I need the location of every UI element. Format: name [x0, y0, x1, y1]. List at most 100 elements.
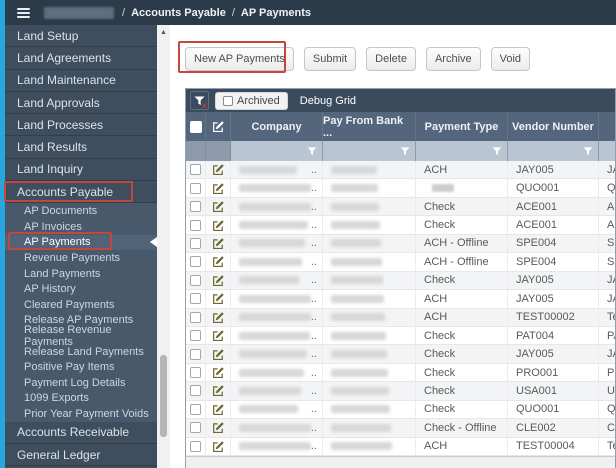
sidebar-item-land-maintenance[interactable]: Land Maintenance — [5, 70, 157, 92]
row-edit-cell[interactable] — [206, 216, 231, 233]
column-header-vendor-number[interactable]: Vendor Number — [508, 112, 599, 141]
row-edit-cell[interactable] — [206, 382, 231, 399]
row-edit-cell[interactable] — [206, 235, 231, 252]
row-edit-cell[interactable] — [206, 419, 231, 436]
row-checkbox[interactable] — [190, 422, 201, 433]
accounts-payable-submenu: AP DocumentsAP InvoicesAP PaymentsRevenu… — [5, 203, 157, 421]
row-checkbox[interactable] — [190, 293, 201, 304]
row-edit-cell[interactable] — [206, 253, 231, 270]
filter-cell-pay-from-bank-[interactable] — [323, 141, 416, 161]
row-checkbox[interactable] — [190, 349, 201, 360]
sidebar-nav: Land SetupLand AgreementsLand Maintenanc… — [5, 25, 157, 468]
row-edit-cell[interactable] — [206, 198, 231, 215]
filter-cell-vendor-name[interactable] — [599, 141, 616, 161]
archived-toggle-button[interactable]: Archived — [215, 92, 288, 110]
sidebar-item-land-inquiry[interactable]: Land Inquiry — [5, 159, 157, 181]
sidebar-subitem-cleared-payments[interactable]: Cleared Payments — [5, 297, 157, 313]
row-edit-cell[interactable] — [206, 179, 231, 196]
sidebar-subitem-1099-exports[interactable]: 1099 Exports — [5, 391, 157, 407]
pay-from-bank-cell — [323, 161, 416, 178]
filter-cell-payment-type[interactable] — [416, 141, 508, 161]
sidebar-subitem-ap-history[interactable]: AP History — [5, 281, 157, 297]
breadcrumb-item[interactable]: Accounts Payable — [131, 7, 226, 19]
column-header-vendor-name[interactable] — [599, 112, 616, 141]
grid-filter-row — [186, 141, 616, 161]
sidebar-item-accounts-payable[interactable]: Accounts Payable — [5, 181, 157, 203]
redacted-company — [239, 239, 305, 247]
row-checkbox[interactable] — [190, 385, 201, 396]
sidebar-item-land-processes[interactable]: Land Processes — [5, 114, 157, 136]
row-checkbox[interactable] — [190, 201, 201, 212]
row-edit-cell[interactable] — [206, 345, 231, 362]
funnel-icon — [492, 147, 502, 156]
sidebar-item-land-agreements[interactable]: Land Agreements — [5, 47, 157, 69]
column-header-pay-from-bank-[interactable]: Pay From Bank ... — [323, 112, 416, 141]
row-checkbox[interactable] — [190, 367, 201, 378]
delete-button[interactable]: Delete — [366, 47, 416, 71]
filter-cell-company[interactable] — [231, 141, 323, 161]
row-checkbox[interactable] — [190, 164, 201, 175]
sidebar-subitem-land-payments[interactable]: Land Payments — [5, 266, 157, 282]
sidebar-scrollbar[interactable]: ▲ — [157, 25, 170, 468]
row-checkbox[interactable] — [190, 220, 201, 231]
sidebar-item-land-results[interactable]: Land Results — [5, 136, 157, 158]
row-checkbox[interactable] — [190, 256, 201, 267]
scrollbar-thumb[interactable] — [160, 355, 167, 437]
edit-icon — [212, 163, 225, 176]
scroll-up-icon[interactable]: ▲ — [157, 28, 170, 37]
row-checkbox[interactable] — [190, 330, 201, 341]
row-edit-cell[interactable] — [206, 309, 231, 326]
new-ap-payments-button[interactable]: New AP Payments — [185, 47, 294, 71]
sidebar-subitem-ap-invoices[interactable]: AP Invoices — [5, 219, 157, 235]
column-header-payment-type[interactable]: Payment Type — [416, 112, 508, 141]
menu-icon[interactable] — [17, 8, 30, 18]
row-edit-cell[interactable] — [206, 438, 231, 455]
truncation-dots: .. — [311, 385, 317, 397]
company-cell: .. — [231, 364, 323, 381]
breadcrumb-item[interactable]: AP Payments — [241, 7, 311, 19]
row-edit-cell[interactable] — [206, 327, 231, 344]
row-edit-cell[interactable] — [206, 161, 231, 178]
select-all-checkbox[interactable] — [190, 121, 202, 133]
edit-icon — [212, 440, 225, 453]
filter-cell-vendor-number[interactable] — [508, 141, 599, 161]
sidebar-item-land-approvals[interactable]: Land Approvals — [5, 92, 157, 114]
row-checkbox[interactable] — [190, 275, 201, 286]
row-checkbox[interactable] — [190, 183, 201, 194]
archived-checkbox[interactable] — [223, 96, 233, 106]
clear-filter-button[interactable]: ✕ — [190, 91, 209, 110]
row-checkbox[interactable] — [190, 404, 201, 415]
row-checkbox[interactable] — [190, 441, 201, 452]
row-edit-cell[interactable] — [206, 272, 231, 289]
sidebar-subitem-prior-year-payment-voids[interactable]: Prior Year Payment Voids — [5, 406, 157, 422]
row-edit-cell[interactable] — [206, 364, 231, 381]
archive-button[interactable]: Archive — [426, 47, 481, 71]
company-cell: .. — [231, 401, 323, 418]
select-all-header-cell[interactable] — [186, 112, 206, 141]
debug-grid-label[interactable]: Debug Grid — [300, 95, 356, 107]
sidebar-item-general-ledger[interactable]: General Ledger — [5, 444, 157, 466]
sidebar-subitem-revenue-payments[interactable]: Revenue Payments — [5, 250, 157, 266]
edit-icon — [212, 348, 225, 361]
edit-icon — [212, 366, 225, 379]
sidebar-subitem-positive-pay-items[interactable]: Positive Pay Items — [5, 359, 157, 375]
sidebar-subitem-ap-documents[interactable]: AP Documents — [5, 203, 157, 219]
sidebar-item-land-setup[interactable]: Land Setup — [5, 25, 157, 47]
submit-button[interactable]: Submit — [304, 47, 356, 71]
column-header-company[interactable]: Company — [231, 112, 323, 141]
redacted-company — [239, 350, 307, 358]
row-checkbox[interactable] — [190, 238, 201, 249]
sidebar-subitem-release-revenue-payments[interactable]: Release Revenue Payments — [5, 328, 157, 344]
sidebar-subitem-payment-log-details[interactable]: Payment Log Details — [5, 375, 157, 391]
void-button[interactable]: Void — [491, 47, 530, 71]
sidebar-subitem-ap-payments[interactable]: AP Payments — [5, 235, 157, 251]
row-edit-cell[interactable] — [206, 401, 231, 418]
redacted-company — [239, 369, 304, 377]
payment-type-cell: ACH - Offline — [416, 253, 508, 270]
ap-payments-grid: ✕ Archived Debug Grid CompanyPay From Ba… — [185, 88, 616, 468]
row-checkbox[interactable] — [190, 312, 201, 323]
pay-from-bank-cell — [323, 179, 416, 196]
sidebar-subitem-release-land-payments[interactable]: Release Land Payments — [5, 344, 157, 360]
row-edit-cell[interactable] — [206, 290, 231, 307]
sidebar-item-accounts-receivable[interactable]: Accounts Receivable — [5, 422, 157, 444]
